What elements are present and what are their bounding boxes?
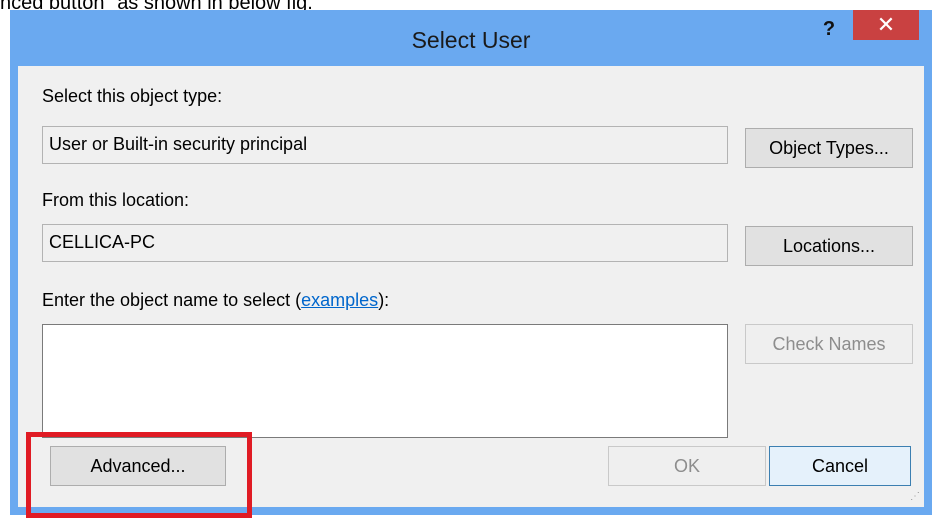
close-icon: ✕ xyxy=(876,12,896,37)
close-button[interactable]: ✕ xyxy=(853,10,919,40)
object-name-label-prefix: Enter the object name to select ( xyxy=(42,290,302,310)
cancel-button[interactable]: Cancel xyxy=(769,446,911,486)
object-name-input[interactable] xyxy=(42,324,728,438)
object-types-button[interactable]: Object Types... xyxy=(745,128,913,168)
object-name-label: Enter the object name to select (example… xyxy=(42,290,389,311)
help-button[interactable]: ? xyxy=(818,18,840,40)
resize-grip-icon[interactable]: ⋰ xyxy=(908,491,920,503)
locations-button[interactable]: Locations... xyxy=(745,226,913,266)
object-name-label-suffix: ): xyxy=(378,290,390,310)
object-type-field: User or Built-in security principal xyxy=(42,126,728,164)
check-names-button[interactable]: Check Names xyxy=(745,324,913,364)
dialog-title: Select User xyxy=(411,27,531,53)
location-label: From this location: xyxy=(42,190,190,210)
advanced-highlight-box xyxy=(26,432,252,518)
title-bar: Select User ? ✕ xyxy=(10,10,932,66)
examples-link[interactable]: examples xyxy=(301,290,378,310)
location-field: CELLICA-PC xyxy=(42,224,728,262)
object-type-label: Select this object type: xyxy=(42,86,223,106)
ok-button[interactable]: OK xyxy=(608,446,766,486)
